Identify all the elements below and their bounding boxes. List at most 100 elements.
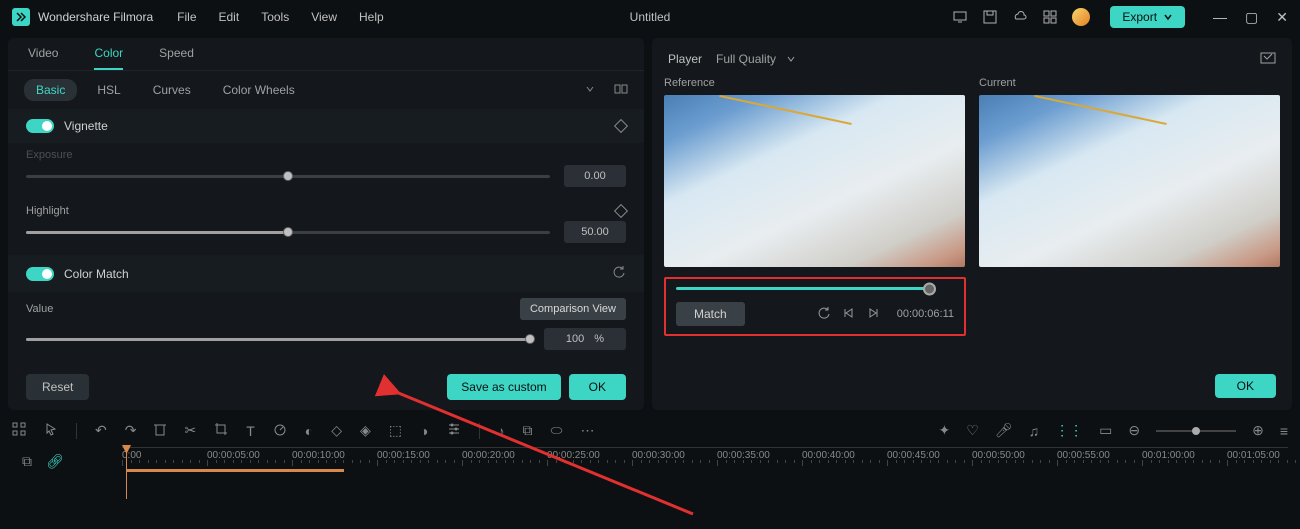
reset-icon[interactable] [612, 265, 626, 282]
subtab-color-wheels[interactable]: Color Wheels [211, 79, 307, 101]
step-back-icon[interactable] [843, 307, 855, 322]
record-icon[interactable]: ⬭ [551, 422, 563, 439]
vignette-label: Vignette [64, 119, 616, 133]
cursor-tool-icon[interactable] [44, 422, 58, 439]
undo-icon[interactable] [817, 306, 831, 323]
color-match-toggle[interactable] [26, 267, 54, 281]
exposure-slider[interactable] [26, 175, 550, 178]
compare-icon[interactable] [614, 83, 628, 98]
highlight-slider[interactable] [26, 231, 550, 234]
maximize-button[interactable]: ▢ [1245, 9, 1258, 26]
document-title: Untitled [630, 10, 671, 24]
app-name: Wondershare Filmora [38, 10, 153, 24]
menu-view[interactable]: View [311, 10, 337, 24]
comparison-view-button[interactable]: Comparison View [520, 298, 626, 320]
mic-icon[interactable]: 🎤︎ [995, 422, 1013, 439]
menu-edit[interactable]: Edit [219, 10, 240, 24]
inspector-tabs: Video Color Speed [8, 38, 644, 71]
more-icon[interactable]: ⋯ [580, 422, 594, 439]
frame-icon[interactable]: ▭ [1099, 422, 1112, 439]
reset-button[interactable]: Reset [26, 374, 89, 400]
zoom-out-icon[interactable]: ⊖ [1128, 422, 1140, 439]
link-icon[interactable]: 🔗︎ [46, 453, 64, 470]
group-icon[interactable]: ⧉ [523, 422, 533, 439]
menu-tools[interactable]: Tools [261, 10, 289, 24]
export-button[interactable]: Export [1110, 6, 1185, 28]
keyframe-icon[interactable] [614, 119, 628, 133]
list-icon[interactable]: ≡ [1280, 423, 1288, 439]
music-icon[interactable]: ♫ [1029, 423, 1040, 439]
timeline-ruler[interactable]: 0:0000:00:05:0000:00:10:0000:00:15:0000:… [122, 447, 1288, 507]
keyframe-icon[interactable] [614, 204, 628, 218]
quality-dropdown[interactable]: Full Quality [716, 52, 796, 66]
effects-icon[interactable]: ◑ [420, 423, 428, 439]
sparkle-icon[interactable]: ✦ [939, 422, 951, 439]
close-button[interactable]: ✕ [1276, 9, 1288, 26]
save-icon[interactable] [982, 9, 998, 25]
vignette-section: Vignette [8, 109, 644, 143]
timecode: 00:00:06:11 [897, 308, 954, 320]
menu-help[interactable]: Help [359, 10, 384, 24]
color-match-section: Color Match [8, 255, 644, 292]
step-forward-icon[interactable] [867, 307, 879, 322]
value-value[interactable]: 100 % [544, 328, 626, 350]
subtab-curves[interactable]: Curves [141, 79, 203, 101]
match-button[interactable]: Match [676, 302, 745, 326]
shield-icon[interactable]: ♡ [966, 422, 979, 439]
speed-icon[interactable] [273, 422, 287, 439]
delete-icon[interactable] [154, 422, 166, 439]
export-label: Export [1122, 10, 1157, 24]
timeline: ↶ ↷ ✂ T ◐ ◇ ◈ ⬚ ◑ ♪ ⧉ ⬭ ⋯ ✦ ♡ 🎤︎ ♫ ⋮⋮ ▭ … [0, 414, 1300, 526]
user-avatar[interactable] [1072, 8, 1090, 26]
marker-icon[interactable]: ⬚ [389, 422, 402, 439]
chevron-down-icon[interactable] [584, 83, 596, 98]
keyframe-tool-icon[interactable]: ◈ [360, 422, 371, 439]
text-tool-icon[interactable]: T [246, 423, 255, 439]
minimize-button[interactable]: — [1213, 9, 1227, 26]
player-panel: Player Full Quality Reference Current Ma… [652, 38, 1292, 410]
ok-button[interactable]: OK [569, 374, 626, 400]
audio-icon[interactable]: ♪ [498, 423, 505, 439]
menu-file[interactable]: File [177, 10, 196, 24]
track-lock-icon[interactable]: ⧉ [22, 453, 32, 470]
value-label: Value [26, 303, 53, 315]
grid-icon[interactable] [1042, 9, 1058, 25]
zoom-slider[interactable] [1156, 430, 1236, 432]
select-tool-icon[interactable] [12, 422, 26, 439]
tab-color[interactable]: Color [94, 46, 123, 70]
player-label: Player [668, 52, 702, 66]
value-slider[interactable] [26, 338, 530, 341]
subtab-hsl[interactable]: HSL [85, 79, 132, 101]
redo-icon[interactable]: ↷ [125, 422, 137, 439]
monitor-icon[interactable] [952, 9, 968, 25]
inspector-panel: Video Color Speed Basic HSL Curves Color… [8, 38, 644, 410]
zoom-in-icon[interactable]: ⊕ [1252, 422, 1264, 439]
exposure-label: Exposure [26, 149, 72, 161]
tab-video[interactable]: Video [28, 46, 58, 70]
current-caption: Current [979, 77, 1280, 89]
subtab-basic[interactable]: Basic [24, 79, 77, 101]
color-match-label: Color Match [64, 267, 612, 281]
exposure-value[interactable]: 0.00 [564, 165, 626, 187]
magnet-icon[interactable]: ⋮⋮ [1055, 422, 1083, 439]
snapshot-icon[interactable] [1260, 50, 1276, 67]
match-controls-box: Match 00:00:06:11 [664, 277, 966, 336]
clip-bar[interactable] [126, 469, 344, 472]
vignette-toggle[interactable] [26, 119, 54, 133]
undo-icon[interactable]: ↶ [95, 422, 107, 439]
adjust-icon[interactable] [447, 422, 461, 439]
crop-icon[interactable] [214, 422, 228, 439]
color-icon[interactable]: ◐ [305, 423, 313, 439]
highlight-value[interactable]: 50.00 [564, 221, 626, 243]
player-ok-button[interactable]: OK [1215, 374, 1276, 398]
cloud-icon[interactable] [1012, 9, 1028, 25]
mask-icon[interactable]: ◇ [331, 422, 342, 439]
cut-icon[interactable]: ✂ [184, 422, 196, 439]
highlight-label: Highlight [26, 205, 69, 217]
match-progress-slider[interactable] [676, 287, 932, 290]
reference-preview [664, 95, 965, 267]
playhead[interactable] [126, 447, 127, 499]
tab-speed[interactable]: Speed [159, 46, 194, 70]
save-as-custom-button[interactable]: Save as custom [447, 374, 560, 400]
main-menu: File Edit Tools View Help [177, 10, 384, 24]
